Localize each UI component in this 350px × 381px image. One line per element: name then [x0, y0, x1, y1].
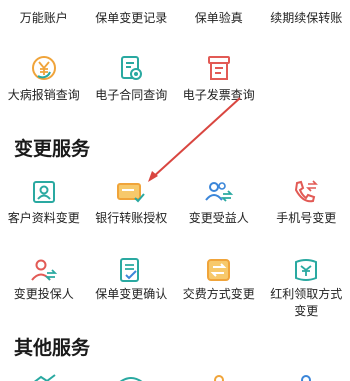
change-service-row-1: 客户资料变更 银行转账授权 变更受益人 手机号变更 [0, 174, 350, 234]
change-service-row-2: 变更投保人 保单变更确认 交费方式变更 红利领取方式变更 [0, 252, 350, 322]
shield-icon [116, 374, 146, 381]
document-check-icon [116, 256, 146, 284]
service-bonus-method-change[interactable]: 红利领取方式变更 [263, 252, 350, 322]
service-major-illness-query[interactable]: 大病报销查询 [0, 50, 88, 110]
phone-transfer-icon [291, 178, 321, 206]
service-label: 电子合同查询 [95, 88, 168, 102]
yuan-coin-icon [30, 54, 58, 82]
service-label: 电子发票查询 [182, 88, 255, 102]
user-transfer-icon [29, 256, 59, 284]
service-phone-change[interactable]: 手机号变更 [263, 174, 350, 234]
service-label: 交费方式变更 [182, 287, 255, 301]
service-e-invoice-query[interactable]: 电子发票查询 [175, 50, 263, 110]
other-service-item[interactable] [263, 372, 350, 381]
service-label: 保单变更记录 [95, 11, 168, 25]
service-label: 万能账户 [19, 11, 68, 25]
id-card-icon [30, 178, 58, 206]
people-icon [204, 374, 234, 381]
service-policy-change-confirm[interactable]: 保单变更确认 [88, 252, 176, 322]
service-label: 银行转账授权 [95, 211, 168, 225]
service-customer-info-change[interactable]: 客户资料变更 [0, 174, 88, 234]
service-label: 客户资料变更 [7, 211, 80, 225]
second-service-row: 大病报销查询 电子合同查询 电子发票查询 [0, 50, 350, 110]
service-change-beneficiary[interactable]: 变更受益人 [175, 174, 263, 234]
person-icon [291, 374, 321, 381]
bank-card-check-icon [115, 178, 147, 206]
service-label: 手机号变更 [276, 211, 337, 225]
empty-cell [263, 50, 350, 110]
other-service-item[interactable] [88, 372, 176, 381]
service-label: 变更投保人 [13, 287, 74, 301]
invoice-icon [205, 54, 233, 82]
chart-icon [29, 374, 59, 381]
service-label: 续期续保转账 [270, 11, 343, 25]
service-label: 红利领取方式变更 [270, 287, 343, 318]
bonus-transfer-icon [291, 256, 321, 284]
service-payment-method-change[interactable]: 交费方式变更 [175, 252, 263, 322]
service-bank-transfer-auth[interactable]: 银行转账授权 [88, 174, 176, 234]
section-title-change: 变更服务 [14, 138, 91, 160]
other-service-row-partial [0, 372, 350, 381]
service-label: 大病报销查询 [7, 88, 80, 102]
service-change-policyholder[interactable]: 变更投保人 [0, 252, 88, 322]
service-label: 变更受益人 [188, 211, 249, 225]
section-title-other: 其他服务 [14, 337, 91, 359]
contract-icon [117, 54, 145, 82]
other-service-item[interactable] [0, 372, 88, 381]
service-label: 保单验真 [194, 11, 243, 25]
other-service-item[interactable] [175, 372, 263, 381]
service-label: 保单变更确认 [95, 287, 168, 301]
service-e-contract-query[interactable]: 电子合同查询 [88, 50, 176, 110]
users-transfer-icon [203, 178, 235, 206]
payment-transfer-icon [204, 256, 234, 284]
